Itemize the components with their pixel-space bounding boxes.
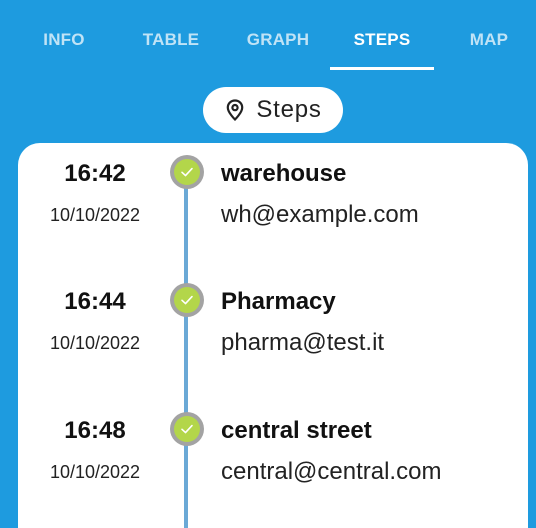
active-tab-indicator: [330, 67, 434, 70]
step-item[interactable]: 16:44 10/10/2022 Pharmacy pharma@test.it: [18, 275, 528, 375]
check-circle-icon: [170, 155, 204, 189]
step-name: central street: [221, 417, 372, 444]
step-time: 16:42: [64, 160, 126, 187]
chip-label: Steps: [256, 96, 322, 123]
check-circle-icon: [170, 283, 204, 317]
step-email: wh@example.com: [221, 201, 419, 228]
tab-graph[interactable]: GRAPH: [238, 30, 318, 54]
tab-bar: INFO TABLE GRAPH STEPS MAP: [0, 0, 536, 76]
step-date: 10/10/2022: [49, 333, 141, 353]
step-date: 10/10/2022: [49, 462, 141, 482]
check-circle-icon: [170, 412, 204, 446]
step-email: pharma@test.it: [221, 329, 385, 356]
step-item[interactable]: 16:48 10/10/2022 central street central@…: [18, 404, 528, 504]
steps-chip[interactable]: Steps: [203, 87, 343, 133]
step-time: 16:44: [64, 288, 126, 315]
step-email: central@central.com: [221, 458, 442, 485]
tab-table[interactable]: TABLE: [136, 30, 206, 54]
app: INFO TABLE GRAPH STEPS MAP Steps 16:42 1…: [0, 0, 536, 528]
tab-info[interactable]: INFO: [36, 30, 92, 54]
step-name: warehouse: [221, 160, 347, 187]
step-date: 10/10/2022: [49, 205, 141, 225]
map-pin-icon: [224, 98, 246, 122]
tab-steps[interactable]: STEPS: [345, 30, 419, 54]
tab-map[interactable]: MAP: [461, 30, 517, 54]
step-name: Pharmacy: [221, 288, 336, 315]
step-time: 16:48: [64, 417, 126, 444]
step-item[interactable]: 16:42 10/10/2022 warehouse wh@example.co…: [18, 147, 528, 247]
